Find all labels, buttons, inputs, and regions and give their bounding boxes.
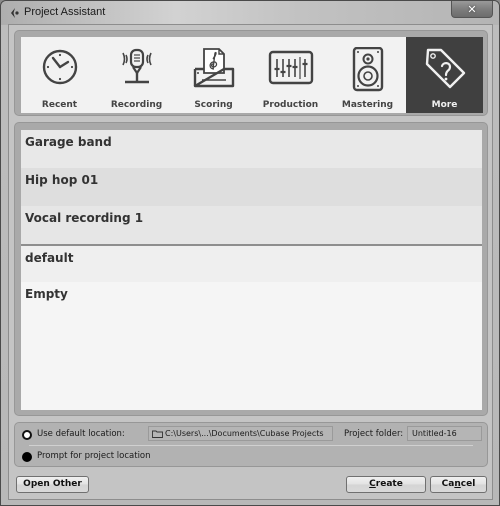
location-separator <box>29 445 473 446</box>
cancel-label-rest: cel <box>460 479 476 489</box>
prompt-location-label[interactable]: Prompt for project location <box>37 451 151 461</box>
create-label-rest: reate <box>375 479 403 489</box>
list-item[interactable]: Hip hop 01 <box>21 168 482 206</box>
folder-icon <box>152 430 163 438</box>
default-location-path-field[interactable]: C:\Users\...\Documents\Cubase Projects <box>148 426 333 441</box>
category-more[interactable]: More <box>406 37 483 113</box>
category-label: Recording <box>110 100 163 110</box>
open-other-button[interactable]: Open Other <box>16 476 89 493</box>
list-item[interactable]: Garage band <box>21 130 482 168</box>
clock-icon <box>42 49 77 85</box>
category-label: Mastering <box>341 100 394 110</box>
score-printer-icon <box>193 48 234 88</box>
title-bar[interactable]: Project Assistant <box>1 1 499 25</box>
cancel-button[interactable]: Cancel <box>430 476 487 493</box>
template-list-panel: Garage band Hip hop 01 Vocal recording 1… <box>14 122 488 416</box>
default-location-path: C:\Users\...\Documents\Cubase Projects <box>165 429 324 438</box>
category-panel: Recent Recording Scoring Production Mast… <box>14 30 488 116</box>
category-label: More <box>431 100 458 110</box>
use-default-location-label[interactable]: Use default location: <box>37 429 125 439</box>
cubase-app-icon <box>11 8 19 18</box>
location-panel: Use default location: C:\Users\...\Docum… <box>14 422 488 467</box>
list-item[interactable]: Vocal recording 1 <box>21 206 482 244</box>
category-label: Scoring <box>194 100 233 110</box>
use-default-location-radio[interactable] <box>22 430 32 440</box>
close-button[interactable]: ✕ <box>451 1 493 18</box>
list-item[interactable]: default <box>21 244 482 282</box>
speaker-icon <box>352 47 383 92</box>
category-mastering[interactable]: Mastering <box>329 37 406 113</box>
category-recent[interactable]: Recent <box>21 37 98 113</box>
close-icon: ✕ <box>467 2 477 16</box>
microphone-icon <box>121 48 152 84</box>
create-button[interactable]: Create <box>346 476 426 493</box>
category-bar: Recent Recording Scoring Production Mast… <box>21 37 483 113</box>
category-scoring[interactable]: Scoring <box>175 37 252 113</box>
template-list[interactable]: Garage band Hip hop 01 Vocal recording 1… <box>21 130 482 410</box>
cancel-label-prefix: Ca <box>441 479 455 489</box>
client-area: Recent Recording Scoring Production Mast… <box>8 24 493 500</box>
category-label: Recent <box>41 100 78 110</box>
project-assistant-window: Project Assistant ✕ Recent Recording Sco… <box>0 0 500 506</box>
mixer-faders-icon <box>268 50 313 85</box>
project-folder-input[interactable]: Untitled-16 <box>407 426 482 441</box>
window-title: Project Assistant <box>24 6 106 18</box>
category-recording[interactable]: Recording <box>98 37 175 113</box>
create-mnemonic: C <box>369 479 376 489</box>
project-folder-label: Project folder: <box>344 429 404 439</box>
tag-question-icon <box>425 48 465 89</box>
category-production[interactable]: Production <box>252 37 329 113</box>
category-label: Production <box>262 100 319 110</box>
prompt-location-radio[interactable] <box>22 452 32 462</box>
list-item[interactable]: Empty <box>21 282 482 320</box>
